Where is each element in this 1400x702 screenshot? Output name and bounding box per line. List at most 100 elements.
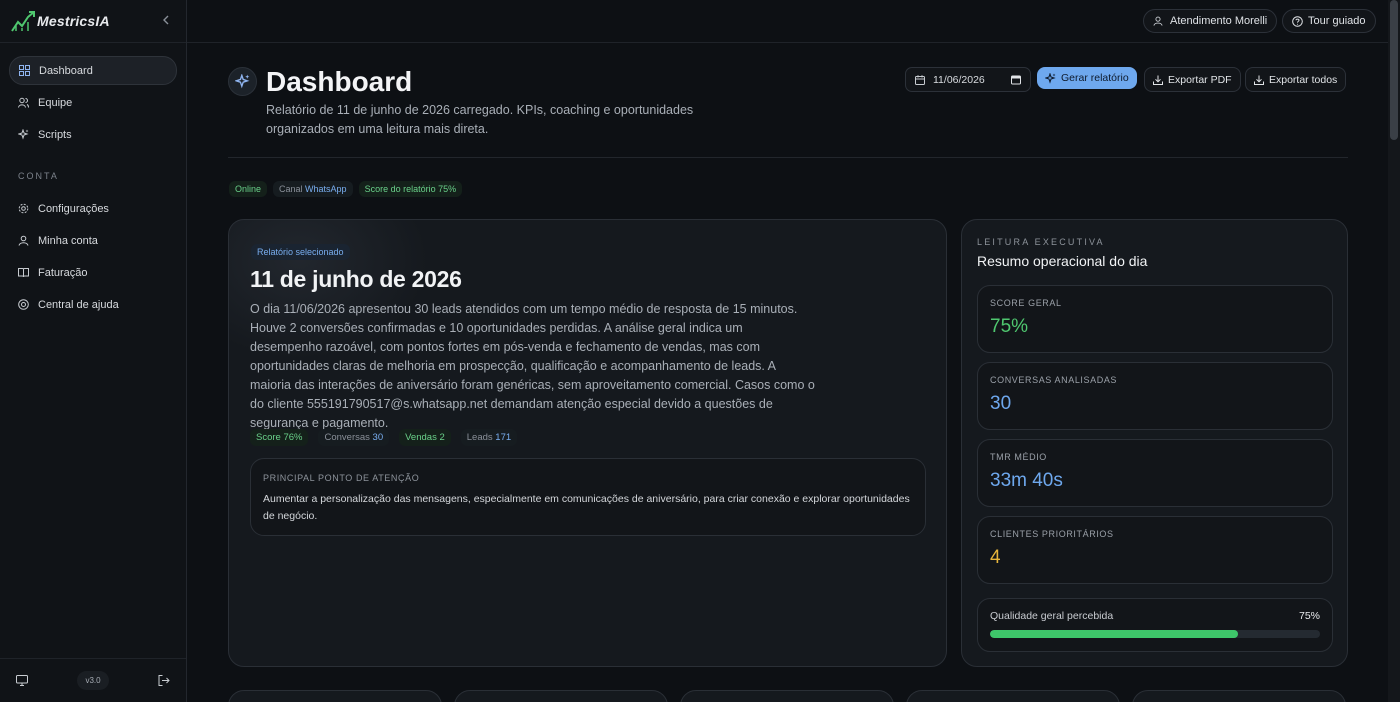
sidebar-item-minha-conta[interactable]: Minha conta: [9, 226, 177, 255]
user-icon: [18, 235, 29, 246]
report-title: 11 de junho de 2026: [250, 266, 462, 292]
sidebar-item-equipe[interactable]: Equipe: [9, 88, 177, 117]
quality-label: Qualidade geral percebida: [990, 610, 1114, 622]
report-card: Relatório selecionado 11 de junho de 202…: [228, 219, 947, 667]
tour-label: Tour guiado: [1308, 15, 1366, 27]
generate-report-button[interactable]: Gerar relatório: [1037, 67, 1137, 89]
main-content: Dashboard Relatório de 11 de junho de 20…: [187, 43, 1388, 702]
quality-progress-bar: [990, 630, 1320, 638]
quality-value: 75%: [1298, 610, 1320, 622]
bottom-card: [454, 690, 668, 702]
report-badge: Relatório selecionado: [251, 244, 350, 260]
kpi-value: 4: [990, 547, 1001, 568]
chip-label: Score: [256, 432, 281, 443]
kpi-score-geral: SCORE GERAL 75%: [977, 285, 1333, 353]
export-all-label: Exportar todos: [1269, 73, 1338, 86]
chip-value: 2: [439, 432, 445, 443]
conversations-chip: Conversas 30: [318, 429, 390, 446]
bottom-card: [1132, 690, 1346, 702]
tour-button[interactable]: Tour guiado: [1282, 9, 1376, 33]
header-divider: [228, 157, 1348, 158]
sidebar-item-faturacao[interactable]: Faturação: [9, 258, 177, 287]
page-description: Relatório de 11 de junho de 2026 carrega…: [266, 103, 694, 136]
chip-label: Leads: [466, 432, 493, 443]
report-summary: O dia 11/06/2026 apresentou 30 leads ate…: [250, 302, 815, 430]
kpi-label: CLIENTES PRIORITÁRIOS: [990, 529, 1114, 539]
version-badge: v3.0: [77, 671, 109, 690]
scrollbar-thumb[interactable]: [1390, 0, 1398, 140]
download-icon: [1153, 75, 1163, 85]
report-date-input[interactable]: 11/06/2026: [905, 67, 1031, 92]
sidebar-item-label: Scripts: [38, 128, 72, 141]
page-title: Dashboard: [266, 66, 413, 97]
sidebar-item-central-de-ajuda[interactable]: Central de ajuda: [9, 290, 177, 319]
bottom-card: [228, 690, 442, 702]
kpi-value: 75%: [990, 316, 1029, 337]
help-circle-icon: [1292, 15, 1303, 27]
report-score-label: Score do relatório: [364, 184, 436, 194]
status-chips: Online Canal WhatsApp Score do relatório…: [229, 181, 463, 197]
brand: MestricsIA: [0, 0, 186, 43]
report-score-value: 75%: [438, 184, 457, 194]
online-chip: Online: [229, 181, 268, 197]
grid-icon: [19, 65, 30, 76]
attention-box: PRINCIPAL PONTO DE ATENÇÃO Aumentar a pe…: [250, 458, 926, 536]
account-button[interactable]: Atendimento Morelli: [1143, 9, 1278, 33]
chip-value: 76%: [283, 432, 303, 443]
attention-label: PRINCIPAL PONTO DE ATENÇÃO: [263, 473, 420, 483]
bottom-card: [680, 690, 894, 702]
sidebar-section-label: CONTA: [18, 171, 59, 181]
logo-icon: [11, 11, 35, 32]
executive-panel: LEITURA EXECUTIVA Resumo operacional do …: [961, 219, 1348, 667]
topbar: Atendimento Morelli Tour guiado: [187, 0, 1388, 43]
brand-name: MestricsIA: [37, 13, 110, 29]
user-icon: [1153, 16, 1163, 26]
executive-title: Resumo operacional do dia: [977, 253, 1148, 269]
collapse-sidebar-button[interactable]: [162, 15, 170, 27]
date-value: 11/06/2026: [933, 73, 985, 86]
chevron-left-icon: [163, 15, 169, 25]
export-all-button[interactable]: Exportar todos: [1245, 67, 1347, 92]
executive-kicker: LEITURA EXECUTIVA: [977, 237, 1105, 247]
book-icon: [18, 268, 29, 278]
sidebar-item-label: Configurações: [38, 202, 109, 215]
sidebar-item-label: Central de ajuda: [38, 298, 119, 311]
attention-text: Aumentar a personalização das mensagens,…: [263, 493, 910, 522]
title-badge: [228, 67, 257, 96]
quality-progress-fill: [990, 630, 1238, 638]
monitor-icon[interactable]: [16, 675, 28, 686]
help-icon: [18, 299, 29, 310]
sparkle-icon: [1045, 72, 1056, 84]
download-icon: [1254, 75, 1264, 85]
calendar-picker-icon[interactable]: [1011, 74, 1021, 85]
channel-chip: Canal WhatsApp: [273, 181, 353, 197]
export-pdf-button[interactable]: Exportar PDF: [1144, 67, 1241, 92]
sidebar-item-scripts[interactable]: Scripts: [9, 120, 177, 149]
sidebar-item-label: Dashboard: [39, 64, 93, 77]
sidebar-item-dashboard[interactable]: Dashboard: [9, 56, 177, 85]
logout-icon[interactable]: [158, 675, 170, 686]
chip-value: 171: [495, 432, 512, 443]
chip-value: 30: [372, 432, 384, 443]
kpi-tmr: TMR MÉDIO 33m 40s: [977, 439, 1333, 507]
channel-label: Canal: [279, 184, 303, 194]
sidebar-item-label: Faturação: [38, 266, 88, 279]
users-icon: [18, 97, 29, 108]
kpi-value: 33m 40s: [990, 470, 1063, 491]
generate-report-label: Gerar relatório: [1061, 72, 1129, 84]
page-scrollbar[interactable]: [1388, 0, 1400, 702]
channel-value: WhatsApp: [305, 184, 347, 194]
export-pdf-label: Exportar PDF: [1168, 73, 1232, 86]
sidebar-item-configuracoes[interactable]: Configurações: [9, 194, 177, 223]
chip-label: Vendas: [405, 432, 437, 443]
sidebar-item-label: Equipe: [38, 96, 73, 109]
leads-chip: Leads 171: [460, 429, 518, 446]
sidebar-nav: Dashboard Equipe Scripts CONTA Configura…: [0, 43, 186, 319]
kpi-label: CONVERSAS ANALISADAS: [990, 375, 1118, 385]
kpi-clientes-prioritarios: CLIENTES PRIORITÁRIOS 4: [977, 516, 1333, 584]
gear-icon: [18, 203, 29, 214]
report-metric-chips: Score 76% Conversas 30 Vendas 2 Leads 17…: [250, 429, 518, 446]
sparkle-icon: [18, 129, 29, 140]
calendar-icon: [915, 74, 925, 85]
account-label: Atendimento Morelli: [1170, 15, 1268, 27]
